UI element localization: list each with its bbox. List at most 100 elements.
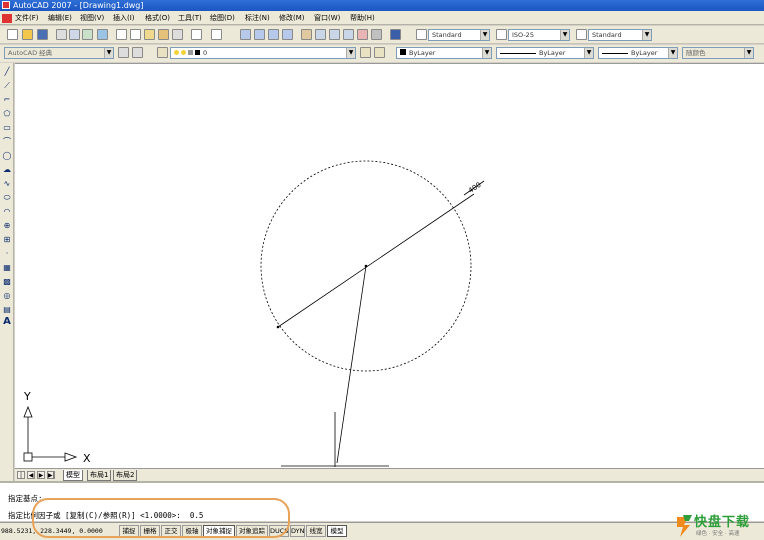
- menu-tools[interactable]: 工具(T): [178, 13, 202, 23]
- zoom-window-icon[interactable]: [268, 29, 279, 40]
- standard-toolbar: Standard ▼ ISO-25 ▼ Standard ▼: [0, 26, 764, 44]
- menu-window[interactable]: 窗口(W): [314, 13, 340, 23]
- plotstyle-select[interactable]: 随颜色 ▼: [682, 47, 754, 59]
- menu-insert[interactable]: 插入(I): [113, 13, 135, 23]
- construction-line-icon[interactable]: ⟋: [2, 81, 12, 91]
- dimension-line: [277, 193, 475, 328]
- lineweight-toggle[interactable]: 线宽: [306, 525, 326, 537]
- menu-edit[interactable]: 编辑(E): [48, 13, 72, 23]
- highlight-annotation: [32, 498, 290, 538]
- gradient-icon[interactable]: ▩: [2, 277, 12, 287]
- markup-icon[interactable]: [357, 29, 368, 40]
- ellipse-arc-icon[interactable]: ◠: [2, 207, 12, 217]
- dim-style-select[interactable]: ISO-25 ▼: [508, 29, 570, 41]
- tool-palettes-icon[interactable]: [329, 29, 340, 40]
- spline-icon[interactable]: ∿: [2, 179, 12, 189]
- next-tab-icon[interactable]: ▶: [37, 471, 45, 479]
- point-icon[interactable]: ·: [2, 249, 12, 259]
- layer-color-swatch: [195, 50, 200, 55]
- menu-help[interactable]: 帮助(H): [350, 13, 375, 23]
- line-icon[interactable]: ╱: [2, 67, 12, 77]
- layer-select[interactable]: 0 ▼: [170, 47, 356, 59]
- dimension-text: 400: [467, 181, 483, 195]
- print-icon[interactable]: [56, 29, 67, 40]
- properties-icon[interactable]: [301, 29, 312, 40]
- help-icon[interactable]: [390, 29, 401, 40]
- model-toggle[interactable]: 模型: [327, 525, 347, 537]
- endpoint-marker: [276, 325, 280, 329]
- workspace-settings-icon[interactable]: [118, 47, 129, 58]
- menu-file[interactable]: 文件(F): [15, 13, 39, 23]
- watermark-tagline: 绿色 · 安全 · 高速: [696, 531, 740, 537]
- prev-tab-icon[interactable]: ◀: [27, 471, 35, 479]
- block-editor-icon[interactable]: [172, 29, 183, 40]
- redo-icon[interactable]: [211, 29, 222, 40]
- menu-view[interactable]: 视图(V): [80, 13, 104, 23]
- first-tab-icon[interactable]: |◀: [17, 471, 25, 487]
- zoom-previous-icon[interactable]: [282, 29, 293, 40]
- workspace-select[interactable]: AutoCAD 经典 ▼: [4, 47, 114, 59]
- layer-lock-icon: [188, 50, 193, 55]
- layer-thaw-icon: [181, 50, 186, 55]
- linetype-select[interactable]: ByLayer ▼: [496, 47, 594, 59]
- table-style-select[interactable]: Standard ▼: [588, 29, 652, 41]
- publish-icon[interactable]: [82, 29, 93, 40]
- layer-manager-icon[interactable]: [157, 47, 168, 58]
- hatch-icon[interactable]: ▦: [2, 263, 12, 273]
- my-workspace-icon[interactable]: [132, 47, 143, 58]
- save-icon[interactable]: [37, 29, 48, 40]
- document-icon[interactable]: [2, 14, 12, 23]
- undo-icon[interactable]: [191, 29, 202, 40]
- sheet-set-icon[interactable]: [343, 29, 354, 40]
- tab-layout1[interactable]: 布局1: [87, 470, 112, 481]
- window-title: AutoCAD 2007 - [Drawing1.dwg]: [13, 1, 144, 10]
- zoom-realtime-icon[interactable]: [254, 29, 265, 40]
- layer-on-icon: [174, 50, 179, 55]
- pan-icon[interactable]: [240, 29, 251, 40]
- menu-dimension[interactable]: 标注(N): [245, 13, 270, 23]
- multiline-text-icon[interactable]: A: [2, 317, 12, 327]
- drawing-svg: 400 Y X: [23, 160, 485, 467]
- ellipse-icon[interactable]: ⬭: [2, 193, 12, 203]
- plot-icon[interactable]: [97, 29, 108, 40]
- region-icon[interactable]: ◎: [2, 291, 12, 301]
- quickcalc-icon[interactable]: [371, 29, 382, 40]
- polygon-icon[interactable]: ⬠: [2, 109, 12, 119]
- design-center-icon[interactable]: [315, 29, 326, 40]
- paste-icon[interactable]: [144, 29, 155, 40]
- text-style-select[interactable]: Standard ▼: [428, 29, 490, 41]
- revision-cloud-icon[interactable]: ☁: [2, 165, 12, 175]
- ucs-x-label: X: [83, 452, 91, 465]
- circle-icon[interactable]: ◯: [2, 151, 12, 161]
- dyn-toggle[interactable]: DYN: [290, 525, 305, 537]
- insert-block-icon[interactable]: ⊕: [2, 221, 12, 231]
- menu-draw[interactable]: 绘图(D): [210, 13, 235, 23]
- drawing-canvas[interactable]: 400 Y X: [15, 63, 764, 468]
- menu-modify[interactable]: 修改(M): [279, 13, 305, 23]
- color-select[interactable]: ByLayer ▼: [396, 47, 492, 59]
- make-block-icon[interactable]: ⊞: [2, 235, 12, 245]
- print-preview-icon[interactable]: [69, 29, 80, 40]
- ucs-icon: Y X: [23, 390, 91, 465]
- last-tab-icon[interactable]: ▶|: [47, 471, 55, 479]
- tab-model[interactable]: 模型: [63, 470, 83, 481]
- arc-icon[interactable]: ⌒: [2, 137, 12, 147]
- app-icon: [2, 1, 10, 9]
- match-properties-icon[interactable]: [158, 29, 169, 40]
- layer-previous-icon[interactable]: [374, 47, 385, 58]
- new-icon[interactable]: [7, 29, 18, 40]
- tab-layout2[interactable]: 布局2: [113, 470, 138, 481]
- title-bar: AutoCAD 2007 - [Drawing1.dwg]: [0, 0, 764, 11]
- open-icon[interactable]: [22, 29, 33, 40]
- reference-line: [336, 265, 367, 464]
- polyline-icon[interactable]: ⌐: [2, 95, 12, 105]
- make-current-layer-icon[interactable]: [360, 47, 371, 58]
- rectangle-icon[interactable]: ▭: [2, 123, 12, 133]
- cut-icon[interactable]: [116, 29, 127, 40]
- center-point: [364, 264, 368, 268]
- menu-format[interactable]: 格式(O): [145, 13, 170, 23]
- lineweight-select[interactable]: ByLayer ▼: [598, 47, 678, 59]
- table-icon[interactable]: ▤: [2, 305, 12, 315]
- copy-icon[interactable]: [130, 29, 141, 40]
- watermark-brand: 快盘下载: [694, 515, 751, 530]
